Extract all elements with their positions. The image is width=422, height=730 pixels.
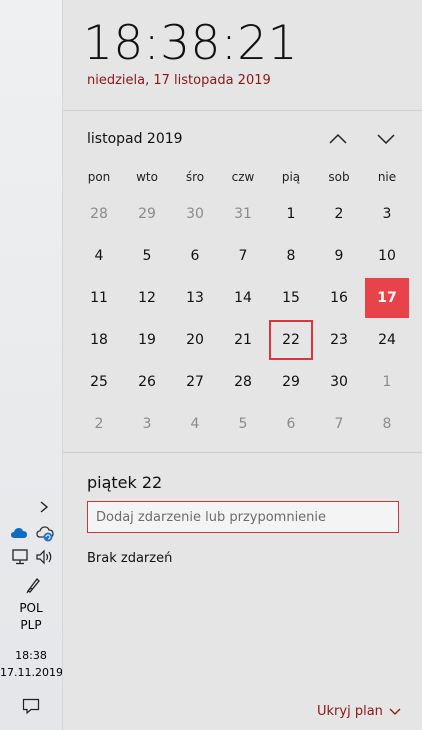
calendar-day[interactable]: 28 [77,194,121,234]
pen-icon[interactable] [24,576,42,594]
tray-row-system [10,549,56,567]
language-indicator[interactable]: POL PLP [0,600,62,634]
calendar-day[interactable]: 17 [365,278,409,318]
calendar-day[interactable]: 31 [221,194,265,234]
calendar-day[interactable]: 12 [125,278,169,318]
weekday-label: wto [136,170,158,184]
calendar-day[interactable]: 26 [125,362,169,402]
calendar-day[interactable]: 4 [77,236,121,276]
calendar-grid: 28 29 30 31 1 2 3 4 5 6 7 8 9 10 11 12 13 14 15 16 17 18 19 20 2… [75,194,411,446]
calendar-day[interactable]: 2 [317,194,361,234]
calendar-day[interactable]: 18 [77,320,121,360]
calendar-day[interactable]: 5 [125,236,169,276]
calendar-day[interactable]: 3 [365,194,409,234]
calendar-day[interactable]: 3 [125,404,169,444]
taskbar: POL PLP 18:38 17.11.2019 [0,0,63,730]
month-label[interactable]: listopad 2019 [87,131,183,147]
calendar-day[interactable]: 7 [221,236,265,276]
calendar-day[interactable]: 21 [221,320,265,360]
calendar-day[interactable]: 6 [173,236,217,276]
next-month-button[interactable] [374,128,398,150]
weekday-label: pon [87,170,111,184]
onedrive-icon[interactable] [10,526,30,540]
no-events-text: Brak zdarzeń [87,551,173,566]
calendar-day[interactable]: 15 [269,278,313,318]
sync-cloud-icon[interactable] [36,526,56,542]
big-clock: 18:38:21 [83,16,299,71]
calendar-day[interactable]: 4 [173,404,217,444]
network-icon[interactable] [12,549,30,565]
hide-agenda-button[interactable]: Ukryj plan [317,704,401,719]
calendar-day[interactable]: 24 [365,320,409,360]
agenda-panel: piątek 22 Brak zdarzeń Ukryj plan [63,454,422,730]
calendar-day[interactable]: 10 [365,236,409,276]
calendar-day[interactable]: 30 [317,362,361,402]
weekday-label: pią [281,170,301,184]
taskbar-date: 17.11.2019 [0,666,63,679]
volume-icon[interactable] [35,549,55,565]
weekday-label: sob [328,170,350,184]
chevron-right-icon[interactable] [38,500,50,514]
tray-row-cloud [10,526,56,544]
clock-calendar-flyout: 18:38:21 niedziela, 17 listopada 2019 li… [62,0,422,730]
calendar-day[interactable]: 27 [173,362,217,402]
keyboard-layout: PLP [20,618,42,632]
calendar-day[interactable]: 5 [221,404,265,444]
weekday-header: pon wto śro czw pią sob nie [75,170,411,188]
calendar-day[interactable]: 1 [269,194,313,234]
calendar-day[interactable]: 13 [173,278,217,318]
calendar-day[interactable]: 16 [317,278,361,318]
calendar-day[interactable]: 23 [317,320,361,360]
calendar-day[interactable]: 22 [269,320,313,360]
weekday-label: czw [231,170,255,184]
chevron-down-icon [389,708,401,715]
long-date-link[interactable]: niedziela, 17 listopada 2019 [87,73,271,88]
calendar-day[interactable]: 2 [77,404,121,444]
calendar-day[interactable]: 20 [173,320,217,360]
calendar-day[interactable]: 7 [317,404,361,444]
calendar-day[interactable]: 30 [173,194,217,234]
action-center-icon[interactable] [22,698,40,714]
add-event-input[interactable] [87,501,399,533]
taskbar-time: 18:38 [15,649,47,662]
calendar-day[interactable]: 25 [77,362,121,402]
hide-agenda-label: Ukryj plan [317,704,383,719]
calendar-day[interactable]: 28 [221,362,265,402]
calendar-day[interactable]: 8 [269,236,313,276]
calendar-day[interactable]: 8 [365,404,409,444]
language-code: POL [19,601,43,615]
previous-month-button[interactable] [326,128,350,150]
calendar-day[interactable]: 14 [221,278,265,318]
calendar-day[interactable]: 11 [77,278,121,318]
calendar-day[interactable]: 29 [269,362,313,402]
calendar: listopad 2019 pon wto śro czw pią sob ni… [63,112,422,453]
tray-row-pen [10,576,56,594]
clock-header: 18:38:21 niedziela, 17 listopada 2019 [63,0,422,111]
calendar-day[interactable]: 6 [269,404,313,444]
weekday-label: nie [377,170,397,184]
taskbar-clock[interactable]: 18:38 17.11.2019 [0,647,63,681]
calendar-day[interactable]: 1 [365,362,409,402]
calendar-day[interactable]: 19 [125,320,169,360]
weekday-label: śro [185,170,205,184]
agenda-day-title: piątek 22 [87,473,163,492]
calendar-day[interactable]: 9 [317,236,361,276]
calendar-day[interactable]: 29 [125,194,169,234]
